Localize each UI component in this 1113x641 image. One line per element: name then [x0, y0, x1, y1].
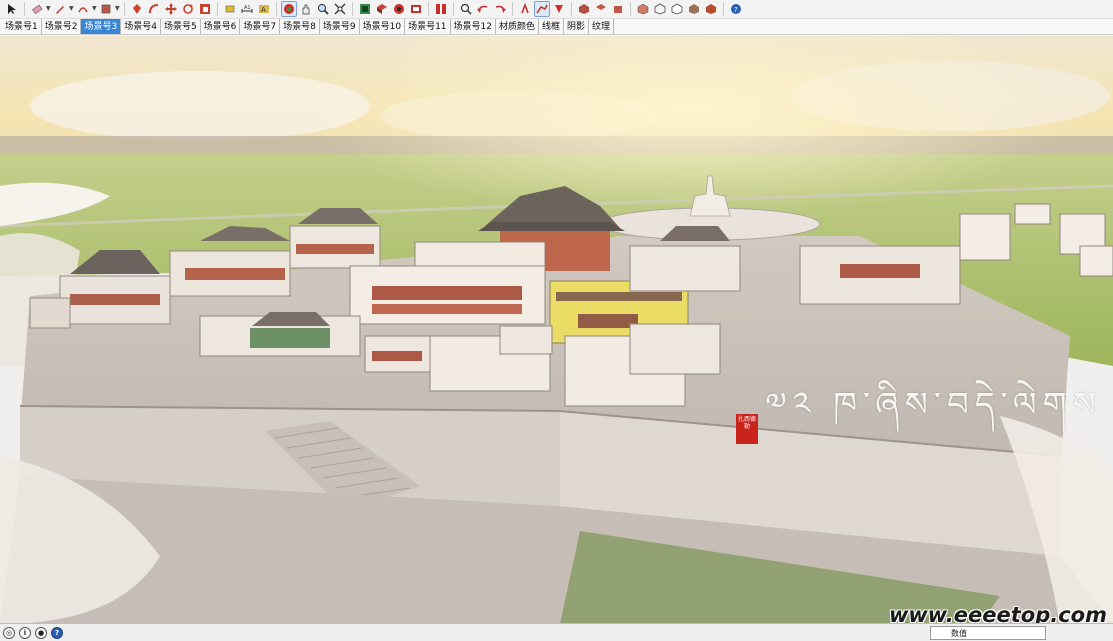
toolbar-separator — [352, 2, 353, 16]
text-tool-icon[interactable]: A — [256, 1, 272, 17]
toolbar-separator — [276, 2, 277, 16]
select-tool-icon[interactable] — [4, 1, 20, 17]
main-toolbar: ▼ ▼ ▼ ▼ A1 A ? — [0, 0, 1113, 19]
toolbar-separator — [453, 2, 454, 16]
scene-tab[interactable]: 材质颜色 — [496, 19, 539, 34]
materials-icon[interactable] — [391, 1, 407, 17]
toolbar-separator — [571, 2, 572, 16]
toolbar-separator — [723, 2, 724, 16]
scene-tab[interactable]: 场景号3 — [81, 19, 122, 34]
scene-tab[interactable]: 场景号5 — [161, 19, 201, 34]
toolbar-separator — [217, 2, 218, 16]
textured-style-icon[interactable] — [703, 1, 719, 17]
arc-tool-icon[interactable] — [75, 1, 91, 17]
styles-icon[interactable] — [433, 1, 449, 17]
layers-icon[interactable] — [357, 1, 373, 17]
previous-view-icon[interactable] — [475, 1, 491, 17]
red-seal-stamp: 扎西德勒 — [736, 414, 758, 444]
scene-tab[interactable]: 场景号8 — [280, 19, 320, 34]
model-viewport[interactable]: ༧༢ ཁ་ཞིས་བདེ་ལེགས 扎西德勒 www.eeeetop.com — [0, 36, 1113, 624]
scene-tab[interactable]: 阴影 — [564, 19, 590, 34]
sketchup-window: ▼ ▼ ▼ ▼ A1 A ? 场景号1 场景号2 场景号3 场景号4 场景号5 … — [0, 0, 1113, 641]
front-view-icon[interactable] — [610, 1, 626, 17]
dropdown-arrow-icon[interactable]: ▼ — [69, 1, 74, 17]
scene-tab[interactable]: 场景号11 — [405, 19, 451, 34]
eraser-tool-icon[interactable] — [29, 1, 45, 17]
toolbar-separator — [630, 2, 631, 16]
measurements-label: 数值 — [951, 628, 967, 638]
scene-tab[interactable]: 场景号1 — [2, 19, 42, 34]
orbit-tool-icon[interactable] — [281, 1, 297, 17]
scene-tab[interactable]: 场景号7 — [240, 19, 281, 34]
svg-text:A1: A1 — [244, 5, 251, 11]
xray-style-icon[interactable] — [635, 1, 651, 17]
tape-measure-tool-icon[interactable] — [222, 1, 238, 17]
scene-tab[interactable]: 纹理 — [589, 19, 615, 34]
iso-view-icon[interactable] — [576, 1, 592, 17]
components-icon[interactable] — [374, 1, 390, 17]
dropdown-arrow-icon[interactable]: ▼ — [115, 1, 120, 17]
tibetan-title: ༧༢ ཁ་ཞིས་བདེ་ལེགས — [765, 385, 1102, 425]
dropdown-arrow-icon[interactable]: ▼ — [92, 1, 97, 17]
toolbar-separator — [428, 2, 429, 16]
scene-tab[interactable]: 线框 — [539, 19, 564, 34]
watermark: www.eeeetop.com — [888, 603, 1107, 624]
walk-tool-icon[interactable] — [517, 1, 533, 17]
rotate-tool-icon[interactable] — [180, 1, 196, 17]
move-tool-icon[interactable] — [163, 1, 179, 17]
zoom-tool-icon[interactable] — [315, 1, 331, 17]
info-icon[interactable]: i — [19, 627, 31, 639]
position-camera-tool-icon[interactable] — [551, 1, 567, 17]
scene-tab[interactable]: 场景号12 — [451, 19, 496, 34]
search-icon[interactable] — [458, 1, 474, 17]
canvas-texture — [0, 36, 1113, 623]
section-plane-icon[interactable] — [408, 1, 424, 17]
shaded-style-icon[interactable] — [686, 1, 702, 17]
wireframe-style-icon[interactable] — [652, 1, 668, 17]
help-icon[interactable]: ? — [728, 1, 744, 17]
scene-tab[interactable]: 场景号4 — [121, 19, 161, 34]
rectangle-tool-icon[interactable] — [98, 1, 114, 17]
zoom-extents-tool-icon[interactable] — [332, 1, 348, 17]
push-pull-tool-icon[interactable] — [129, 1, 145, 17]
toolbar-separator — [24, 2, 25, 16]
user-icon[interactable]: ● — [35, 627, 47, 639]
hidden-line-style-icon[interactable] — [669, 1, 685, 17]
toolbar-separator — [124, 2, 125, 16]
scene-tab[interactable]: 场景号9 — [320, 19, 360, 34]
status-bar: ◎ i ● ? 数值 — [0, 625, 1113, 641]
measurements-box[interactable]: 数值 — [930, 626, 1046, 640]
svg-text:?: ? — [734, 6, 738, 14]
toolbar-separator — [512, 2, 513, 16]
pan-tool-icon[interactable] — [298, 1, 314, 17]
dimension-tool-icon[interactable]: A1 — [239, 1, 255, 17]
next-view-icon[interactable] — [492, 1, 508, 17]
pencil-tool-icon[interactable] — [52, 1, 68, 17]
geolocation-icon[interactable]: ◎ — [3, 627, 15, 639]
scene-tab[interactable]: 场景号6 — [201, 19, 241, 34]
scene-tabs-bar: 场景号1 场景号2 场景号3 场景号4 场景号5 场景号6 场景号7 场景号8 场景号9 场景号1… — [0, 19, 1113, 35]
scene-tab[interactable]: 场景号10 — [360, 19, 406, 34]
scene-render — [0, 36, 1113, 623]
look-around-tool-icon[interactable] — [534, 1, 550, 17]
follow-me-tool-icon[interactable] — [146, 1, 162, 17]
scale-tool-icon[interactable] — [197, 1, 213, 17]
scene-tab[interactable]: 场景号2 — [42, 19, 82, 34]
dropdown-arrow-icon[interactable]: ▼ — [46, 1, 51, 17]
svg-text:A: A — [261, 6, 266, 14]
instructor-help-icon[interactable]: ? — [51, 627, 63, 639]
top-view-icon[interactable] — [593, 1, 609, 17]
